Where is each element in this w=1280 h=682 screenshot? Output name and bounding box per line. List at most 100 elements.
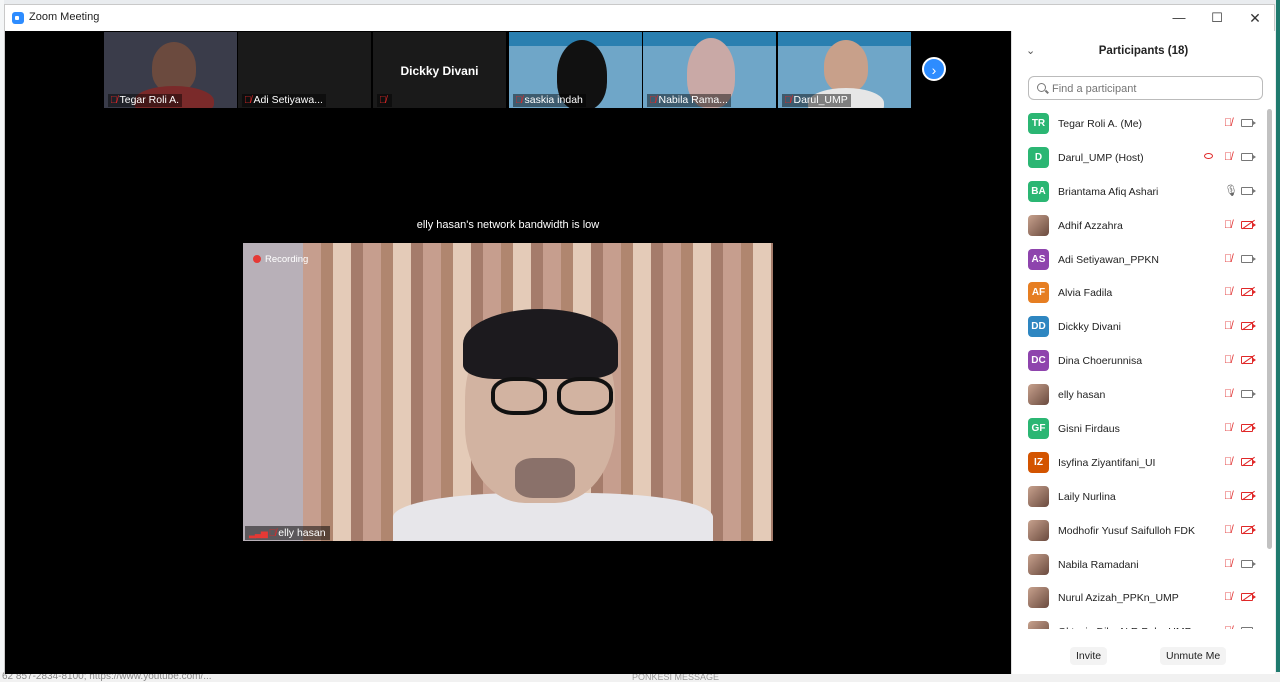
mic-muted-icon: 🎙̸ bbox=[1224, 252, 1233, 265]
avatar: GF bbox=[1028, 418, 1049, 440]
camera-off-icon bbox=[1241, 593, 1256, 602]
participant-row[interactable]: D Darul_UMP (Host) 🎙̸ bbox=[1012, 141, 1264, 175]
avatar: DC bbox=[1028, 350, 1049, 372]
avatar: TR bbox=[1028, 113, 1049, 134]
scrollbar-thumb[interactable] bbox=[1267, 109, 1272, 549]
participant-list-scrollbar[interactable] bbox=[1266, 107, 1273, 627]
participant-row[interactable]: TR Tegar Roli A. (Me) 🎙̸ bbox=[1012, 107, 1264, 141]
mic-muted-icon: 🎙̸ bbox=[515, 95, 523, 106]
mic-on-icon: 🎙 bbox=[1224, 184, 1238, 197]
participant-row[interactable]: AS Adi Setiyawan_PPKN 🎙̸ bbox=[1012, 243, 1264, 277]
invite-button[interactable]: Invite bbox=[1070, 647, 1108, 665]
camera-off-icon bbox=[1241, 491, 1256, 500]
participant-row[interactable]: Modhofir Yusuf Saifulloh FDK 🎙̸ bbox=[1012, 514, 1264, 548]
tile-name-text: Tegar Roli A. bbox=[119, 94, 180, 106]
camera-off-icon bbox=[1241, 220, 1256, 229]
mic-muted-icon: 🎙̸ bbox=[1224, 286, 1233, 299]
speaker-name: elly hasan bbox=[278, 527, 326, 539]
participant-row[interactable]: IZ Isyfina Ziyantifani_UI 🎙̸ bbox=[1012, 446, 1264, 480]
mic-muted-icon: 🎙̸ bbox=[1224, 218, 1233, 231]
camera-off-icon bbox=[1241, 457, 1256, 466]
avatar: AF bbox=[1028, 282, 1049, 304]
search-input[interactable] bbox=[1050, 79, 1254, 99]
recording-indicator: Recording bbox=[253, 254, 308, 265]
avatar bbox=[1028, 621, 1049, 629]
mic-muted-icon: 🎙̸ bbox=[1224, 489, 1233, 502]
avatar bbox=[1028, 214, 1049, 236]
camera-off-icon bbox=[1241, 322, 1256, 331]
mic-muted-icon: 🎙̸ bbox=[1224, 591, 1233, 604]
participant-row[interactable]: BA Briantama Afiq Ashari 🎙 bbox=[1012, 175, 1264, 209]
participant-row[interactable]: elly hasan 🎙̸ bbox=[1012, 378, 1264, 412]
mic-muted-icon: 🎙̸ bbox=[1224, 523, 1233, 536]
avatar: AS bbox=[1028, 248, 1049, 270]
video-tile[interactable]: 🎙̸ Darul_UMP bbox=[778, 32, 911, 108]
participant-row[interactable]: Oktavia Dika N.R Ppkn UMP 🎙̸ bbox=[1012, 615, 1264, 629]
tile-name-text: saskia indah bbox=[524, 94, 583, 106]
participant-row[interactable]: DD Dickky Divani 🎙̸ bbox=[1012, 310, 1264, 344]
bandwidth-notice: elly hasan's network bandwidth is low bbox=[416, 219, 600, 231]
video-stage: 🎙̸ Tegar Roli A. 🎙̸ Adi Setiyawa... Dickky… bbox=[5, 31, 1011, 674]
unmute-me-button[interactable]: Unmute Me bbox=[1160, 647, 1227, 665]
desktop-background-right bbox=[1276, 0, 1280, 682]
tile-name: 🎙̸ Nabila Rama... bbox=[647, 94, 731, 107]
participant-row[interactable]: Nabila Ramadani 🎙̸ bbox=[1012, 548, 1264, 582]
camera-off-icon bbox=[1241, 356, 1256, 365]
tile-name: 🎙̸ Tegar Roli A. bbox=[108, 94, 183, 107]
participant-name: Adhif Azzahra bbox=[1058, 219, 1123, 232]
mic-muted-icon: 🎙̸ bbox=[784, 95, 792, 106]
participant-name: Nabila Ramadani bbox=[1058, 558, 1139, 571]
mic-muted-icon: 🎙̸ bbox=[1224, 455, 1233, 468]
mic-muted-icon: 🎙̸ bbox=[1224, 557, 1233, 570]
next-page-button[interactable]: › bbox=[922, 57, 946, 81]
participant-row[interactable]: AF Alvia Fadila 🎙̸ bbox=[1012, 276, 1264, 310]
video-tile[interactable]: 🎙̸ Tegar Roli A. bbox=[104, 32, 237, 108]
participant-row[interactable]: Laily Nurlina 🎙̸ bbox=[1012, 480, 1264, 514]
minimize-button[interactable]: — bbox=[1160, 5, 1198, 31]
speaker-hair bbox=[463, 309, 618, 379]
zoom-meeting-window: Zoom Meeting — ☐ ✕ 🎙̸ Tegar Roli A. 🎙̸ Adi… bbox=[4, 4, 1275, 674]
video-tile[interactable]: 🎙̸ Nabila Rama... bbox=[643, 32, 776, 108]
participant-name: Gisni Firdaus bbox=[1058, 423, 1120, 436]
recording-icon bbox=[1204, 152, 1213, 159]
participant-row[interactable]: DC Dina Choerunnisa 🎙̸ bbox=[1012, 344, 1264, 378]
participant-name: Laily Nurlina bbox=[1058, 490, 1116, 503]
close-button[interactable]: ✕ bbox=[1236, 5, 1274, 31]
participant-name: Tegar Roli A. (Me) bbox=[1058, 118, 1143, 130]
mic-muted-icon: 🎙̸ bbox=[649, 95, 657, 106]
participant-row[interactable]: GF Gisni Firdaus 🎙̸ bbox=[1012, 412, 1264, 446]
mic-muted-icon: 🎙̸ bbox=[1224, 354, 1233, 367]
participant-name: Nurul Azizah_PPKn_UMP bbox=[1058, 592, 1179, 605]
mic-muted-icon: 🎙̸ bbox=[244, 95, 252, 106]
mic-muted-icon: 🎙̸ bbox=[1224, 320, 1233, 333]
camera-off-icon bbox=[1241, 424, 1256, 433]
video-tile[interactable]: Dickky Divani 🎙̸ bbox=[373, 32, 506, 108]
participant-row[interactable]: Nurul Azizah_PPKn_UMP 🎙̸ bbox=[1012, 581, 1264, 615]
title-bar: Zoom Meeting — ☐ ✕ bbox=[5, 5, 1274, 31]
camera-icon bbox=[1241, 254, 1256, 263]
search-icon bbox=[1037, 83, 1046, 92]
mic-muted-icon: 🎙̸ bbox=[1224, 422, 1233, 435]
video-tile[interactable]: 🎙̸ saskia indah bbox=[509, 32, 642, 108]
tile-display-name: Dickky Divani bbox=[400, 64, 479, 78]
participant-name: Adi Setiyawan_PPKN bbox=[1058, 253, 1159, 266]
video-tile[interactable]: 🎙̸ Adi Setiyawa... bbox=[238, 32, 371, 108]
participant-name: Dickky Divani bbox=[1058, 321, 1122, 334]
tile-name: 🎙̸ saskia indah bbox=[513, 94, 586, 107]
participant-row[interactable]: Adhif Azzahra 🎙̸ bbox=[1012, 209, 1264, 243]
participant-name: Isyfina Ziyantifani_UI bbox=[1058, 456, 1156, 469]
participant-name: Oktavia Dika N.R Ppkn UMP bbox=[1058, 626, 1192, 629]
tile-name-text: Nabila Rama... bbox=[658, 94, 728, 106]
window-title: Zoom Meeting bbox=[29, 11, 100, 23]
gallery-strip: 🎙̸ Tegar Roli A. 🎙̸ Adi Setiyawa... Dickky… bbox=[5, 31, 1011, 109]
tile-name-text: Adi Setiyawa... bbox=[253, 94, 323, 106]
avatar: IZ bbox=[1028, 451, 1049, 473]
avatar: BA bbox=[1028, 180, 1049, 202]
signal-low-icon: ▂▃▅ bbox=[249, 528, 268, 538]
camera-off-icon bbox=[1241, 525, 1256, 534]
active-speaker-video[interactable]: Recording ▂▃▅ 🎙̸ elly hasan bbox=[243, 243, 773, 541]
participants-title: Participants (18) bbox=[1098, 45, 1189, 57]
maximize-button[interactable]: ☐ bbox=[1198, 5, 1236, 31]
camera-off-icon bbox=[1241, 288, 1256, 297]
participant-search[interactable] bbox=[1028, 76, 1263, 100]
